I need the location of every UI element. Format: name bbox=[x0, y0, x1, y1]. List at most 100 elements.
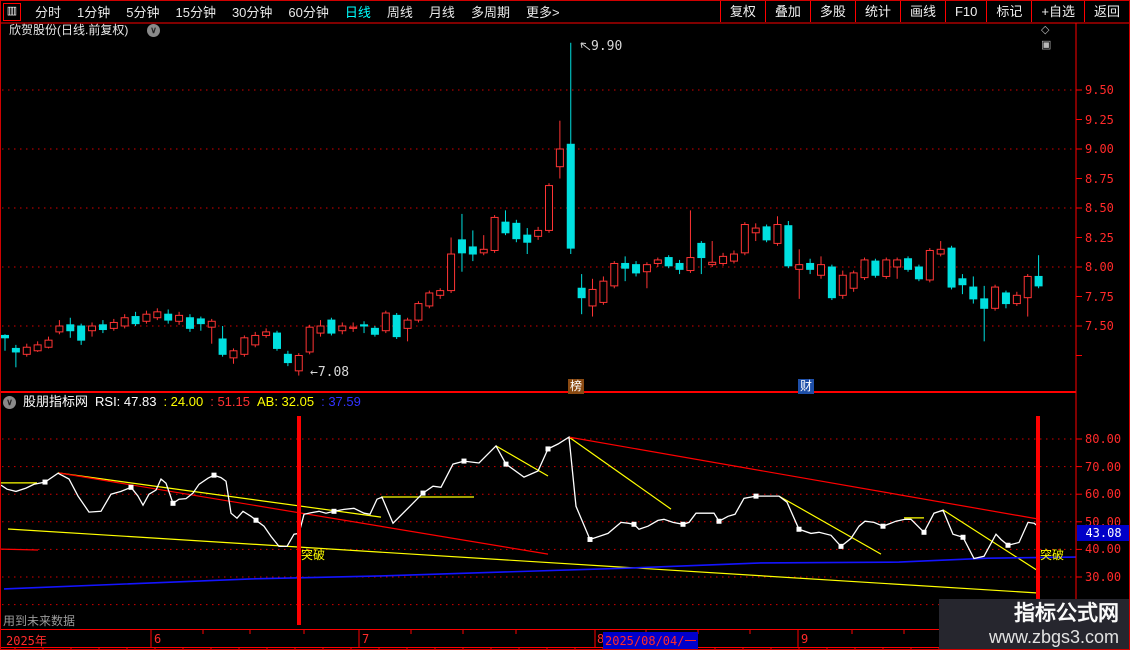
candlestick bbox=[425, 292, 434, 307]
candlestick bbox=[849, 272, 858, 289]
signal-vertical-line bbox=[297, 416, 301, 625]
candlestick bbox=[1001, 292, 1010, 305]
candlestick bbox=[523, 234, 532, 243]
candlestick bbox=[447, 253, 456, 292]
high-price-annotation: 9.90 bbox=[591, 39, 623, 54]
period-tab-5[interactable]: 30分钟 bbox=[224, 2, 280, 23]
candlestick bbox=[577, 287, 586, 299]
toolbar-action-6[interactable]: F10 bbox=[944, 1, 986, 22]
price-axis-label: 7.50 bbox=[1085, 319, 1114, 333]
trading-app-window: ▥ 分时 1分钟 5分钟 15分钟 30分钟 60分钟 日线 周线 月线 多周期 更多> 复权 叠加多… bbox=[0, 0, 1130, 650]
candlestick bbox=[11, 347, 20, 353]
candlestick bbox=[33, 344, 42, 352]
candlestick bbox=[218, 338, 227, 355]
price-axis-label: 8.75 bbox=[1085, 171, 1114, 186]
period-tab-2[interactable]: 1分钟 bbox=[69, 2, 118, 23]
rsi-axis-label: 30.00 bbox=[1085, 570, 1122, 584]
period-tab-6[interactable]: 60分钟 bbox=[280, 2, 336, 23]
window-grid-icon[interactable]: ▥ bbox=[3, 3, 21, 21]
candlestick bbox=[925, 249, 934, 281]
period-tab-9[interactable]: 月线 bbox=[421, 2, 463, 23]
candlestick bbox=[719, 255, 728, 264]
period-tab-4[interactable]: 15分钟 bbox=[167, 2, 223, 23]
date-axis-label-1: 2025年 bbox=[6, 634, 47, 648]
candlestick bbox=[653, 259, 662, 264]
rsi-marker bbox=[331, 508, 337, 514]
rsi-axis-label: 80.00 bbox=[1085, 432, 1122, 446]
candlestick bbox=[1034, 275, 1043, 287]
candlestick bbox=[327, 319, 336, 334]
future-data-note: 用到未来数据 bbox=[3, 614, 76, 628]
period-tab-11[interactable]: 更多> bbox=[518, 2, 568, 23]
candlestick bbox=[131, 316, 140, 325]
candlestick bbox=[871, 260, 880, 276]
title-bar: 欣贺股份(日线.前复权) ∨ ◇ ▣ bbox=[1, 23, 1076, 51]
toolbar-action-9[interactable]: 返回 bbox=[1083, 1, 1129, 22]
date-axis-label-3: 7 bbox=[362, 632, 370, 646]
rsi-marker bbox=[960, 534, 966, 540]
toolbar-action-3[interactable]: 多股 bbox=[809, 1, 855, 22]
rsi-marker bbox=[503, 461, 509, 467]
candlestick bbox=[251, 334, 260, 346]
toolbar-action-1[interactable]: 复权 bbox=[719, 1, 765, 22]
candlestick bbox=[175, 314, 184, 322]
title-right-icons[interactable]: ◇ ▣ bbox=[1041, 23, 1076, 53]
date-axis-label-2: 6 bbox=[154, 632, 162, 646]
candlestick bbox=[1023, 275, 1032, 299]
chevron-down-icon[interactable]: ∨ bbox=[3, 395, 16, 409]
toolbar-action-2[interactable]: 叠加 bbox=[764, 1, 810, 22]
candlestick bbox=[142, 313, 151, 322]
price-axis-label: 9.50 bbox=[1085, 83, 1114, 97]
candlestick bbox=[479, 248, 488, 254]
watermark-site-name: 指标公式网 bbox=[1014, 602, 1119, 625]
chart-tag-1[interactable]: 榜 bbox=[568, 379, 584, 394]
period-tab-1[interactable]: 分时 bbox=[27, 2, 69, 23]
period-tab-8[interactable]: 周线 bbox=[379, 2, 421, 23]
price-axis-label: 8.00 bbox=[1085, 260, 1114, 274]
candlestick bbox=[860, 259, 869, 279]
candlestick bbox=[621, 262, 630, 269]
indicator-header: ∨ 股朋指标网 RSI: 47.83: 24.00: 51.15 AB: 32.0… bbox=[3, 394, 361, 410]
candlestick bbox=[566, 143, 575, 249]
chevron-down-icon[interactable]: ∨ bbox=[147, 24, 160, 37]
candlestick bbox=[904, 258, 913, 270]
candlestick bbox=[273, 332, 281, 349]
candlestick bbox=[751, 227, 760, 234]
rsi-marker bbox=[716, 518, 722, 524]
candlestick bbox=[991, 286, 1000, 309]
period-tab-10[interactable]: 多周期 bbox=[463, 2, 518, 23]
candlestick bbox=[414, 303, 423, 321]
rsi-marker bbox=[42, 479, 48, 485]
toolbar-action-7[interactable]: 标记 bbox=[986, 1, 1031, 22]
candlestick bbox=[338, 325, 347, 332]
candlestick bbox=[980, 298, 989, 309]
candlestick bbox=[262, 331, 271, 336]
chart-graphics-layer[interactable] bbox=[1, 1, 1130, 650]
signal-vertical-line bbox=[1036, 416, 1040, 625]
toolbar-action-8[interactable]: +自选 bbox=[1031, 1, 1084, 22]
trend-line bbox=[568, 436, 672, 510]
rsi-line bbox=[1, 435, 1039, 560]
candlestick bbox=[283, 353, 292, 364]
toolbar-action-5[interactable]: 画线 bbox=[899, 1, 945, 22]
candlestick bbox=[893, 259, 902, 268]
candlestick bbox=[512, 222, 521, 240]
indicator-value-5: : 37.59 bbox=[321, 394, 361, 409]
candlestick bbox=[642, 264, 651, 273]
chart-tag-2[interactable]: 财 bbox=[798, 379, 814, 394]
candlestick bbox=[196, 318, 205, 325]
candlestick bbox=[784, 225, 793, 267]
candlestick bbox=[370, 327, 379, 335]
candlestick bbox=[44, 339, 53, 348]
period-tab-3[interactable]: 5分钟 bbox=[118, 2, 167, 23]
rsi-marker bbox=[587, 536, 593, 542]
period-tab-7[interactable]: 日线 bbox=[337, 2, 379, 23]
candlestick bbox=[827, 266, 836, 299]
rsi-marker bbox=[545, 446, 551, 452]
toolbar-action-4[interactable]: 统计 bbox=[854, 1, 900, 22]
candlestick bbox=[740, 224, 749, 254]
trend-line bbox=[778, 495, 882, 555]
rsi-marker bbox=[631, 521, 637, 527]
candlestick bbox=[632, 264, 641, 274]
low-price-annotation: ←7.08 bbox=[310, 365, 350, 380]
